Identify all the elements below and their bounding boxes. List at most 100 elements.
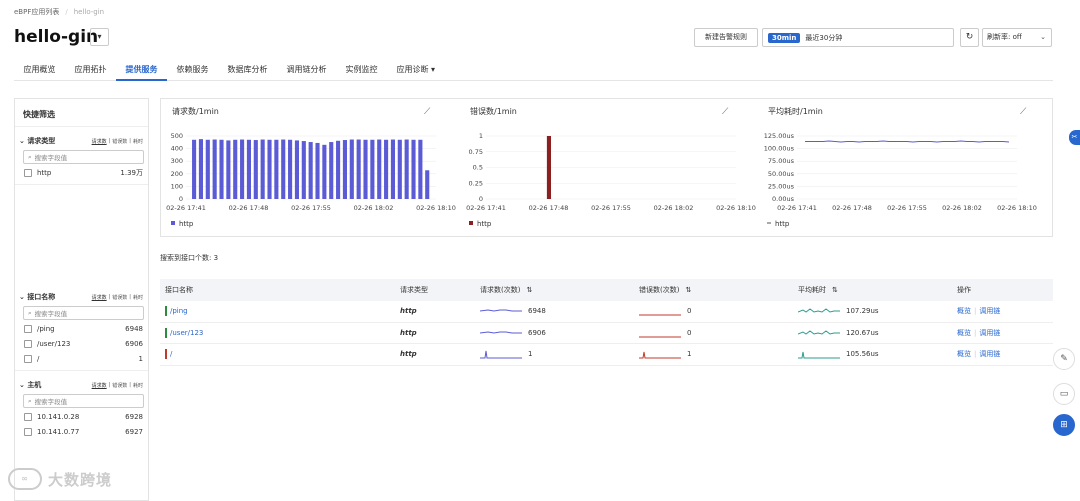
chevron-down-icon: ▾ xyxy=(428,65,436,74)
new-alert-rule-button[interactable]: 新建告警规则 xyxy=(694,28,758,47)
y-tick-label: 0.25 xyxy=(469,179,483,187)
tab-item[interactable]: 应用诊断 ▾ xyxy=(387,60,445,81)
sparkline xyxy=(639,352,681,359)
checkbox[interactable] xyxy=(24,412,32,421)
tab-item[interactable]: 调用链分析 xyxy=(277,60,336,81)
tab-item[interactable]: 实例监控 xyxy=(336,60,387,81)
filter-option-count: 6927 xyxy=(125,427,143,436)
app-switch-dropdown[interactable]: ▾ xyxy=(90,28,109,46)
chart-bar xyxy=(274,139,279,199)
metric-tab[interactable]: 请求数 xyxy=(92,138,107,145)
y-tick-label: 0.75 xyxy=(469,148,483,156)
ops-separator: | xyxy=(974,328,977,337)
sort-icon[interactable]: ⇅ xyxy=(832,286,838,294)
chart-bar xyxy=(246,139,251,199)
metric-tab[interactable]: 请求数 xyxy=(92,294,107,301)
tab-item[interactable]: 依赖服务 xyxy=(167,60,218,81)
filter-option-label: /user/123 xyxy=(37,339,71,348)
checkbox[interactable] xyxy=(24,324,32,333)
quick-filter-title: 快捷筛选 xyxy=(15,99,148,127)
x-tick-label: 02-26 17:55 xyxy=(591,204,631,212)
chevron-down-icon: ▾ xyxy=(97,32,102,41)
sparkline-line xyxy=(798,308,840,313)
tab-item[interactable]: 提供服务 xyxy=(116,60,167,81)
filter-option[interactable]: /ping 6948 xyxy=(15,322,148,335)
filter-group-metric-tabs: 请求数 | 错误数 | 耗时 xyxy=(92,294,143,301)
filter-option[interactable]: /user/123 6906 xyxy=(15,337,148,350)
y-tick-label: 0.5 xyxy=(473,164,483,172)
filter-group-metric-tabs: 请求数 | 错误数 | 耗时 xyxy=(92,382,143,389)
checkbox[interactable] xyxy=(24,168,32,177)
overview-link[interactable]: 概览 xyxy=(957,350,971,358)
feedback-icon[interactable]: ▭ xyxy=(1053,383,1075,405)
chart-bar xyxy=(349,139,354,199)
chart-bar xyxy=(294,140,299,199)
sparkline xyxy=(639,314,681,316)
chart-line-icon[interactable]: ⟋ xyxy=(722,107,729,117)
status-indicator xyxy=(165,327,167,338)
metric-tab[interactable]: 耗时 xyxy=(133,294,143,301)
interface-link[interactable]: /ping xyxy=(170,307,188,315)
filter-search-placeholder: 搜索字段值 xyxy=(34,310,68,318)
search-icon: ⌕ xyxy=(28,396,32,405)
chart-bar xyxy=(192,139,197,199)
checkbox[interactable] xyxy=(24,427,32,436)
filter-option[interactable]: /1 xyxy=(15,352,148,365)
filter-search-input[interactable]: ⌕ 搜索字段值 xyxy=(23,306,144,320)
chart-bar xyxy=(233,139,238,199)
sort-icon[interactable]: ⇅ xyxy=(526,286,532,294)
chart-bar xyxy=(267,139,272,199)
checkbox[interactable] xyxy=(24,339,32,348)
filter-search-input[interactable]: ⌕ 搜索字段值 xyxy=(23,394,144,408)
filter-search-input[interactable]: ⌕ 搜索字段值 xyxy=(23,150,144,164)
apps-grid-icon[interactable]: ⊞ xyxy=(1053,414,1075,436)
divider xyxy=(15,370,148,371)
metric-tab[interactable]: 耗时 xyxy=(133,138,143,145)
y-tick-label: 200 xyxy=(171,170,183,178)
table-row: / http 1 1 105.56us 概览 | 调用链 xyxy=(160,344,1053,366)
metric-tab[interactable]: 错误数 xyxy=(112,138,127,145)
tab-item[interactable]: 数据库分析 xyxy=(218,60,277,81)
filter-option[interactable]: 10.141.0.77 6927 xyxy=(15,425,148,438)
chart-line-icon[interactable]: ⟋ xyxy=(1020,107,1027,117)
charts-svg: 请求数/1min ⟋500400300200100002-26 17:41 02-2… xyxy=(166,106,1037,228)
metric-tab[interactable]: 错误数 xyxy=(112,294,127,301)
refresh-rate-select[interactable]: 刷新率: off ⌄ xyxy=(982,28,1052,47)
column-header[interactable]: 错误数(次数) ⇅ xyxy=(639,285,798,295)
filter-group-title[interactable]: ⌄ 请求类型 xyxy=(19,136,55,146)
tab-item[interactable]: 应用概览 xyxy=(14,60,65,81)
legend-swatch xyxy=(469,221,473,225)
overview-link[interactable]: 概览 xyxy=(957,329,971,337)
filter-group-title[interactable]: ⌄ 接口名称 xyxy=(19,292,55,302)
edit-icon[interactable]: ✎ xyxy=(1053,348,1075,370)
trace-link[interactable]: 调用链 xyxy=(979,350,1000,358)
column-header[interactable]: 请求数(次数) ⇅ xyxy=(480,285,639,295)
trace-link[interactable]: 调用链 xyxy=(979,307,1000,315)
refresh-rate-value: 刷新率: off xyxy=(987,33,1022,41)
metric-tab-separator: | xyxy=(129,381,131,388)
chevron-down-icon: ⌄ xyxy=(1040,33,1046,41)
column-header[interactable]: 平均耗时 ⇅ xyxy=(798,285,957,295)
chart-line-icon[interactable]: ⟋ xyxy=(424,107,431,117)
refresh-button[interactable]: ↻ xyxy=(960,28,979,47)
metric-tab[interactable]: 请求数 xyxy=(92,382,107,389)
trace-link[interactable]: 调用链 xyxy=(979,329,1000,337)
interface-link[interactable]: / xyxy=(170,350,172,358)
filter-group-title[interactable]: ⌄ 主机 xyxy=(19,380,41,390)
metric-tab[interactable]: 耗时 xyxy=(133,382,143,389)
x-tick-label: 02-26 17:48 xyxy=(832,204,872,212)
interface-link[interactable]: /user/123 xyxy=(170,329,203,337)
metric-tab[interactable]: 错误数 xyxy=(112,382,127,389)
filter-option[interactable]: http 1.39万 xyxy=(15,166,148,179)
sort-icon[interactable]: ⇅ xyxy=(685,286,691,294)
side-expand-icon[interactable]: ✂ xyxy=(1069,130,1080,145)
checkbox[interactable] xyxy=(24,354,32,363)
overview-link[interactable]: 概览 xyxy=(957,307,971,315)
watermark-logo-icon: ∞ xyxy=(8,468,42,490)
time-range-picker[interactable]: 30min 最近30分钟 xyxy=(762,28,954,47)
filter-option[interactable]: 10.141.0.28 6928 xyxy=(15,410,148,423)
chart-bar xyxy=(363,139,368,199)
breadcrumb-root[interactable]: eBPF应用列表 xyxy=(14,7,59,17)
chart-bar xyxy=(253,140,258,199)
tab-item[interactable]: 应用拓扑 xyxy=(65,60,116,81)
